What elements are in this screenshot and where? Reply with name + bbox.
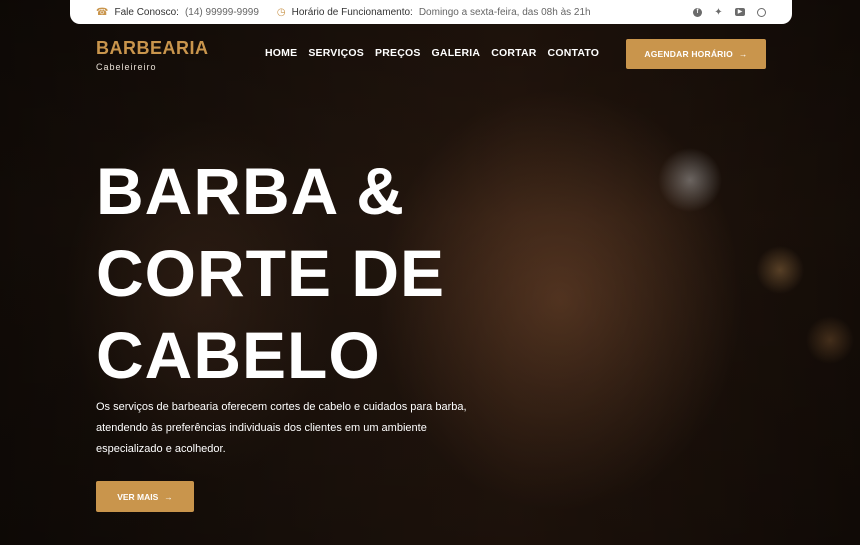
clock-icon: ◷	[276, 6, 286, 18]
brand-logo[interactable]: BARBEARIA Cabeleireiro	[96, 38, 209, 72]
hero-description: Os serviços de barbearia oferecem cortes…	[96, 401, 467, 455]
headline-line: CORTE DE	[96, 236, 446, 310]
nav-item-precos[interactable]: PREÇOS	[375, 47, 421, 59]
book-appointment-label: AGENDAR HORÁRIO	[644, 49, 733, 59]
book-appointment-button[interactable]: AGENDAR HORÁRIO →	[626, 39, 766, 69]
hero-headline: BARBA & CORTE DE CABELO	[96, 150, 516, 396]
brand-name: BARBEARIA	[96, 38, 209, 58]
phone-icon: ☎	[96, 6, 109, 18]
top-info-bar: ☎ Fale Conosco: (14) 99999-9999 ◷ Horári…	[70, 0, 792, 24]
see-more-button[interactable]: VER MAIS →	[96, 481, 194, 512]
nav-item-cortar[interactable]: CORTAR	[491, 47, 536, 59]
youtube-icon[interactable]: ▶	[735, 7, 745, 16]
headline-line: BARBA &	[96, 154, 405, 228]
hours-value: Domingo a sexta-feira, das 08h às 21h	[418, 6, 591, 18]
headline-line: CABELO	[96, 318, 381, 392]
nav-item-home[interactable]: HOME	[265, 47, 297, 59]
arrow-right-icon: →	[164, 491, 173, 502]
social-links: f ✦ ▶	[693, 7, 766, 18]
arrow-right-icon: →	[738, 49, 748, 59]
nav-item-contato[interactable]: CONTATO	[548, 47, 600, 59]
messenger-icon[interactable]	[757, 7, 766, 17]
opening-hours: ◷ Horário de Funcionamento: Domingo a se…	[277, 7, 591, 18]
nav-item-galeria[interactable]: GALERIA	[432, 47, 481, 59]
phone-label: Fale Conosco:	[114, 6, 179, 18]
contact-phone: ☎ Fale Conosco: (14) 99999-9999	[96, 7, 259, 18]
hours-label: Horário de Funcionamento:	[291, 6, 413, 18]
twitter-icon[interactable]: ✦	[714, 7, 723, 18]
brand-tagline: Cabeleireiro	[96, 62, 157, 72]
main-nav: HOME SERVIÇOS PREÇOS GALERIA CORTAR CONT…	[265, 47, 599, 59]
facebook-icon[interactable]: f	[693, 7, 702, 17]
see-more-label: VER MAIS	[117, 491, 159, 502]
nav-item-servicos[interactable]: SERVIÇOS	[308, 47, 364, 59]
phone-value[interactable]: (14) 99999-9999	[185, 7, 259, 18]
